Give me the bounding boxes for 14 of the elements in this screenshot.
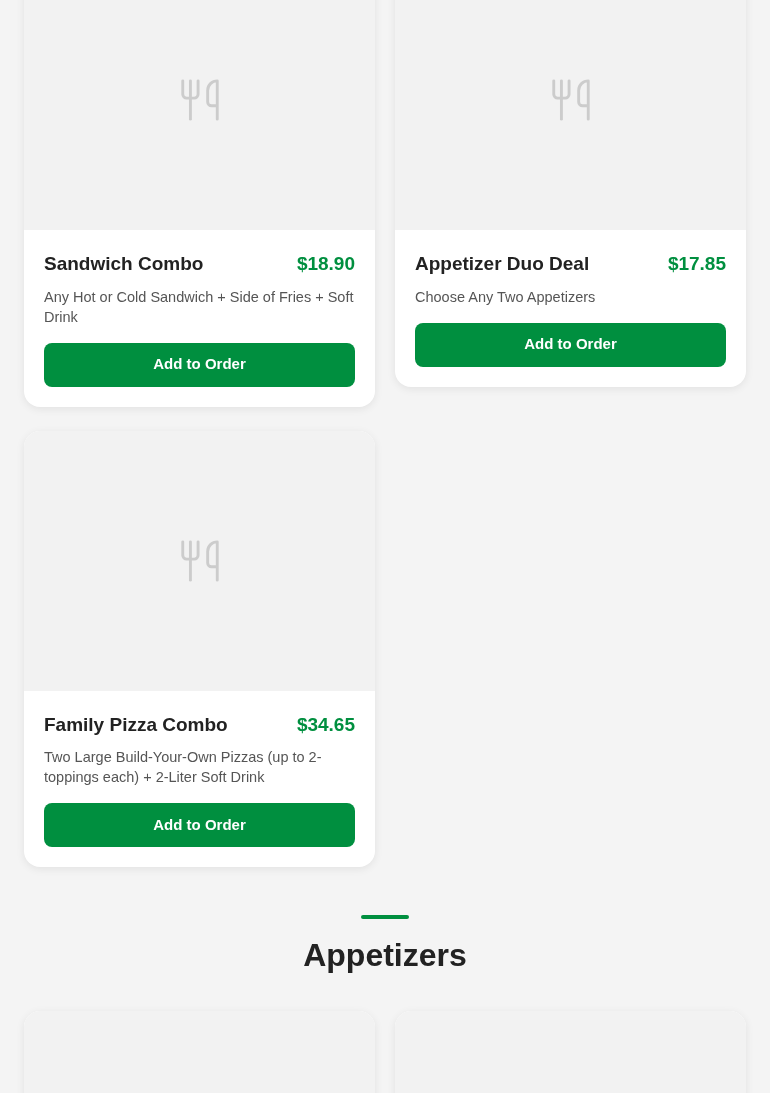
item-description: Any Hot or Cold Sandwich + Side of Fries + Soft Drink [44,287,355,327]
item-description: Choose Any Two Appetizers [415,287,597,307]
item-price: $34.65 [296,712,355,737]
item-name: Sandwich Combo [44,252,204,276]
section-heading: Appetizers [303,936,467,975]
add-to-order-button[interactable]: Add to Order [44,342,355,387]
item-description: Two Large Build-Your-Own Pizzas (up to 2-toppings each) + 2-Liter Soft Drink [44,748,323,787]
item-price: $17.85 [667,252,726,276]
item-price: $18.90 [296,252,355,276]
heading-accent-bar [361,915,409,919]
add-to-order-button[interactable]: Add to Order [44,803,355,847]
item-name: Appetizer Duo Deal [415,252,590,276]
item-name: Family Pizza Combo [44,712,228,737]
add-to-order-button[interactable]: Add to Order [415,322,726,367]
